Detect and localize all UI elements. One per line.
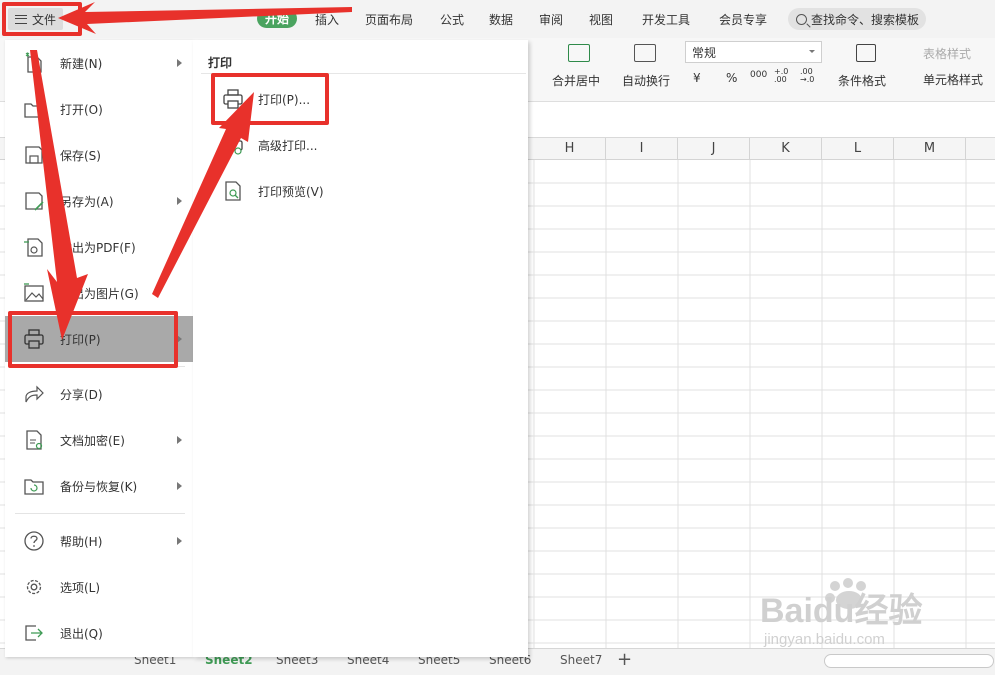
conditional-format-button[interactable]: 条件格式	[838, 72, 886, 89]
table-style-button[interactable]: 表格样式	[923, 45, 971, 62]
wrap-text-button[interactable]: 自动换行	[622, 72, 670, 89]
baidu-jingyan-watermark: Baidu经验 jingyan.baidu.com	[760, 578, 922, 648]
conditional-format-icon	[856, 44, 876, 62]
open-folder-icon	[24, 103, 44, 118]
file-menu-item-export-pdf[interactable]: 输出为PDF(F)	[5, 224, 193, 270]
print-submenu-label-preview: 打印预览(V)	[258, 185, 324, 199]
search-icon	[796, 13, 807, 25]
tab-member[interactable]: 会员专享	[719, 11, 767, 28]
decrease-decimal-button[interactable]: .00 →.0	[800, 68, 818, 84]
currency-format-button[interactable]: ¥	[693, 71, 701, 85]
chevron-right-icon	[177, 537, 182, 545]
column-header-m[interactable]: M	[894, 138, 966, 160]
search-placeholder: 查找命令、搜索模板	[811, 12, 920, 27]
wps-spreadsheet-window: 文件 开始 插入 页面布局 公式 数据 审阅 视图 开发工具 会员专享 查找命令…	[0, 0, 995, 675]
tab-insert[interactable]: 插入	[315, 11, 339, 28]
highlight-file-menu-button	[2, 2, 82, 36]
chevron-right-icon	[177, 482, 182, 490]
file-menu-item-exit[interactable]: 退出(Q)	[5, 610, 193, 656]
watermark-brand: Baidu经验	[760, 591, 922, 630]
file-menu-item-backup[interactable]: 备份与恢复(K)	[5, 463, 193, 509]
backup-restore-icon	[24, 479, 44, 495]
sheet-tab-7[interactable]: Sheet7	[560, 653, 602, 667]
tab-home[interactable]: 开始	[257, 9, 298, 28]
file-menu-item-open[interactable]: 打开(O)	[5, 86, 193, 132]
file-menu-item-share[interactable]: 分享(D)	[5, 371, 193, 417]
file-menu-label-new: 新建(N)	[60, 57, 103, 71]
highlight-print-submenu-item	[211, 73, 329, 125]
file-menu-label-backup: 备份与恢复(K)	[60, 480, 138, 494]
file-menu-item-new[interactable]: 新建(N)	[5, 40, 193, 86]
print-submenu-item-preview[interactable]: 打印预览(V)	[218, 176, 418, 206]
file-menu-item-help[interactable]: 帮助(H)	[5, 518, 193, 564]
file-menu-label-help: 帮助(H)	[60, 535, 103, 549]
merge-center-button[interactable]: 合并居中	[552, 72, 600, 89]
percent-format-button[interactable]: %	[726, 71, 737, 85]
print-submenu-title: 打印	[208, 56, 233, 70]
tab-formulas[interactable]: 公式	[440, 11, 464, 28]
save-icon	[25, 146, 43, 164]
chevron-right-icon	[177, 436, 182, 444]
print-submenu: 打印 打印(P)... 高级打印... 打印预览(V)	[193, 40, 528, 657]
menu-bar: 文件 开始 插入 页面布局 公式 数据 审阅 视图 开发工具 会员专享 查找命令…	[0, 0, 995, 38]
add-sheet-plus-icon[interactable]: +	[617, 649, 632, 670]
file-menu-item-options[interactable]: 选项(L)	[5, 564, 193, 610]
column-header-i[interactable]: I	[606, 138, 678, 160]
file-menu-item-save[interactable]: 保存(S)	[5, 132, 193, 178]
increase-decimal-button[interactable]: +.0 .00	[774, 68, 792, 84]
cell-style-button[interactable]: 单元格样式	[923, 71, 983, 88]
file-menu-label-export-pdf: 输出为PDF(F)	[60, 241, 136, 255]
column-header-h[interactable]: H	[534, 138, 606, 160]
tab-data[interactable]: 数据	[489, 11, 513, 28]
advanced-print-icon	[223, 135, 243, 155]
file-menu-label-encrypt: 文档加密(E)	[60, 434, 125, 448]
column-header-j[interactable]: J	[678, 138, 750, 160]
export-pdf-icon	[24, 238, 43, 257]
help-icon	[24, 531, 44, 551]
file-menu-item-export-image[interactable]: 输出为图片(G)	[5, 270, 193, 316]
column-header-l[interactable]: L	[822, 138, 894, 160]
encrypt-document-icon	[26, 430, 43, 450]
file-menu-label-open: 打开(O)	[60, 103, 103, 117]
file-menu-label-exit: 退出(Q)	[60, 627, 103, 641]
wrap-text-icon	[634, 44, 656, 62]
horizontal-scrollbar[interactable]	[824, 654, 994, 668]
file-menu-label-save-as: 另存为(A)	[60, 195, 114, 209]
merge-center-icon	[568, 44, 590, 62]
tab-page-layout[interactable]: 页面布局	[365, 11, 413, 28]
print-submenu-item-advanced[interactable]: 高级打印...	[218, 130, 418, 160]
tab-review[interactable]: 审阅	[539, 11, 563, 28]
settings-gear-icon	[26, 579, 42, 595]
chevron-right-icon	[177, 197, 182, 205]
menu-divider	[15, 513, 185, 514]
export-image-icon	[24, 283, 44, 302]
file-menu-label-save: 保存(S)	[60, 149, 101, 163]
exit-icon	[25, 625, 43, 641]
print-preview-icon	[225, 181, 241, 201]
column-header-k[interactable]: K	[750, 138, 822, 160]
watermark-url: jingyan.baidu.com	[763, 631, 885, 648]
tab-developer[interactable]: 开发工具	[642, 11, 690, 28]
file-menu-label-options: 选项(L)	[60, 581, 101, 595]
file-menu-item-save-as[interactable]: 另存为(A)	[5, 178, 193, 224]
save-as-icon	[25, 192, 44, 211]
new-file-icon	[25, 52, 42, 73]
chevron-right-icon	[177, 59, 182, 67]
file-menu-label-share: 分享(D)	[60, 388, 103, 402]
file-menu-item-encrypt[interactable]: 文档加密(E)	[5, 417, 193, 463]
print-submenu-label-advanced: 高级打印...	[258, 139, 318, 153]
number-format-select[interactable]: 常规	[685, 41, 822, 63]
thousands-separator-button[interactable]: 000	[750, 70, 767, 80]
file-menu-label-export-image: 输出为图片(G)	[60, 287, 139, 301]
share-icon	[25, 385, 44, 403]
highlight-print-menu-item	[8, 311, 178, 368]
command-search-box[interactable]: 查找命令、搜索模板	[788, 8, 926, 30]
tab-view[interactable]: 视图	[589, 11, 613, 28]
